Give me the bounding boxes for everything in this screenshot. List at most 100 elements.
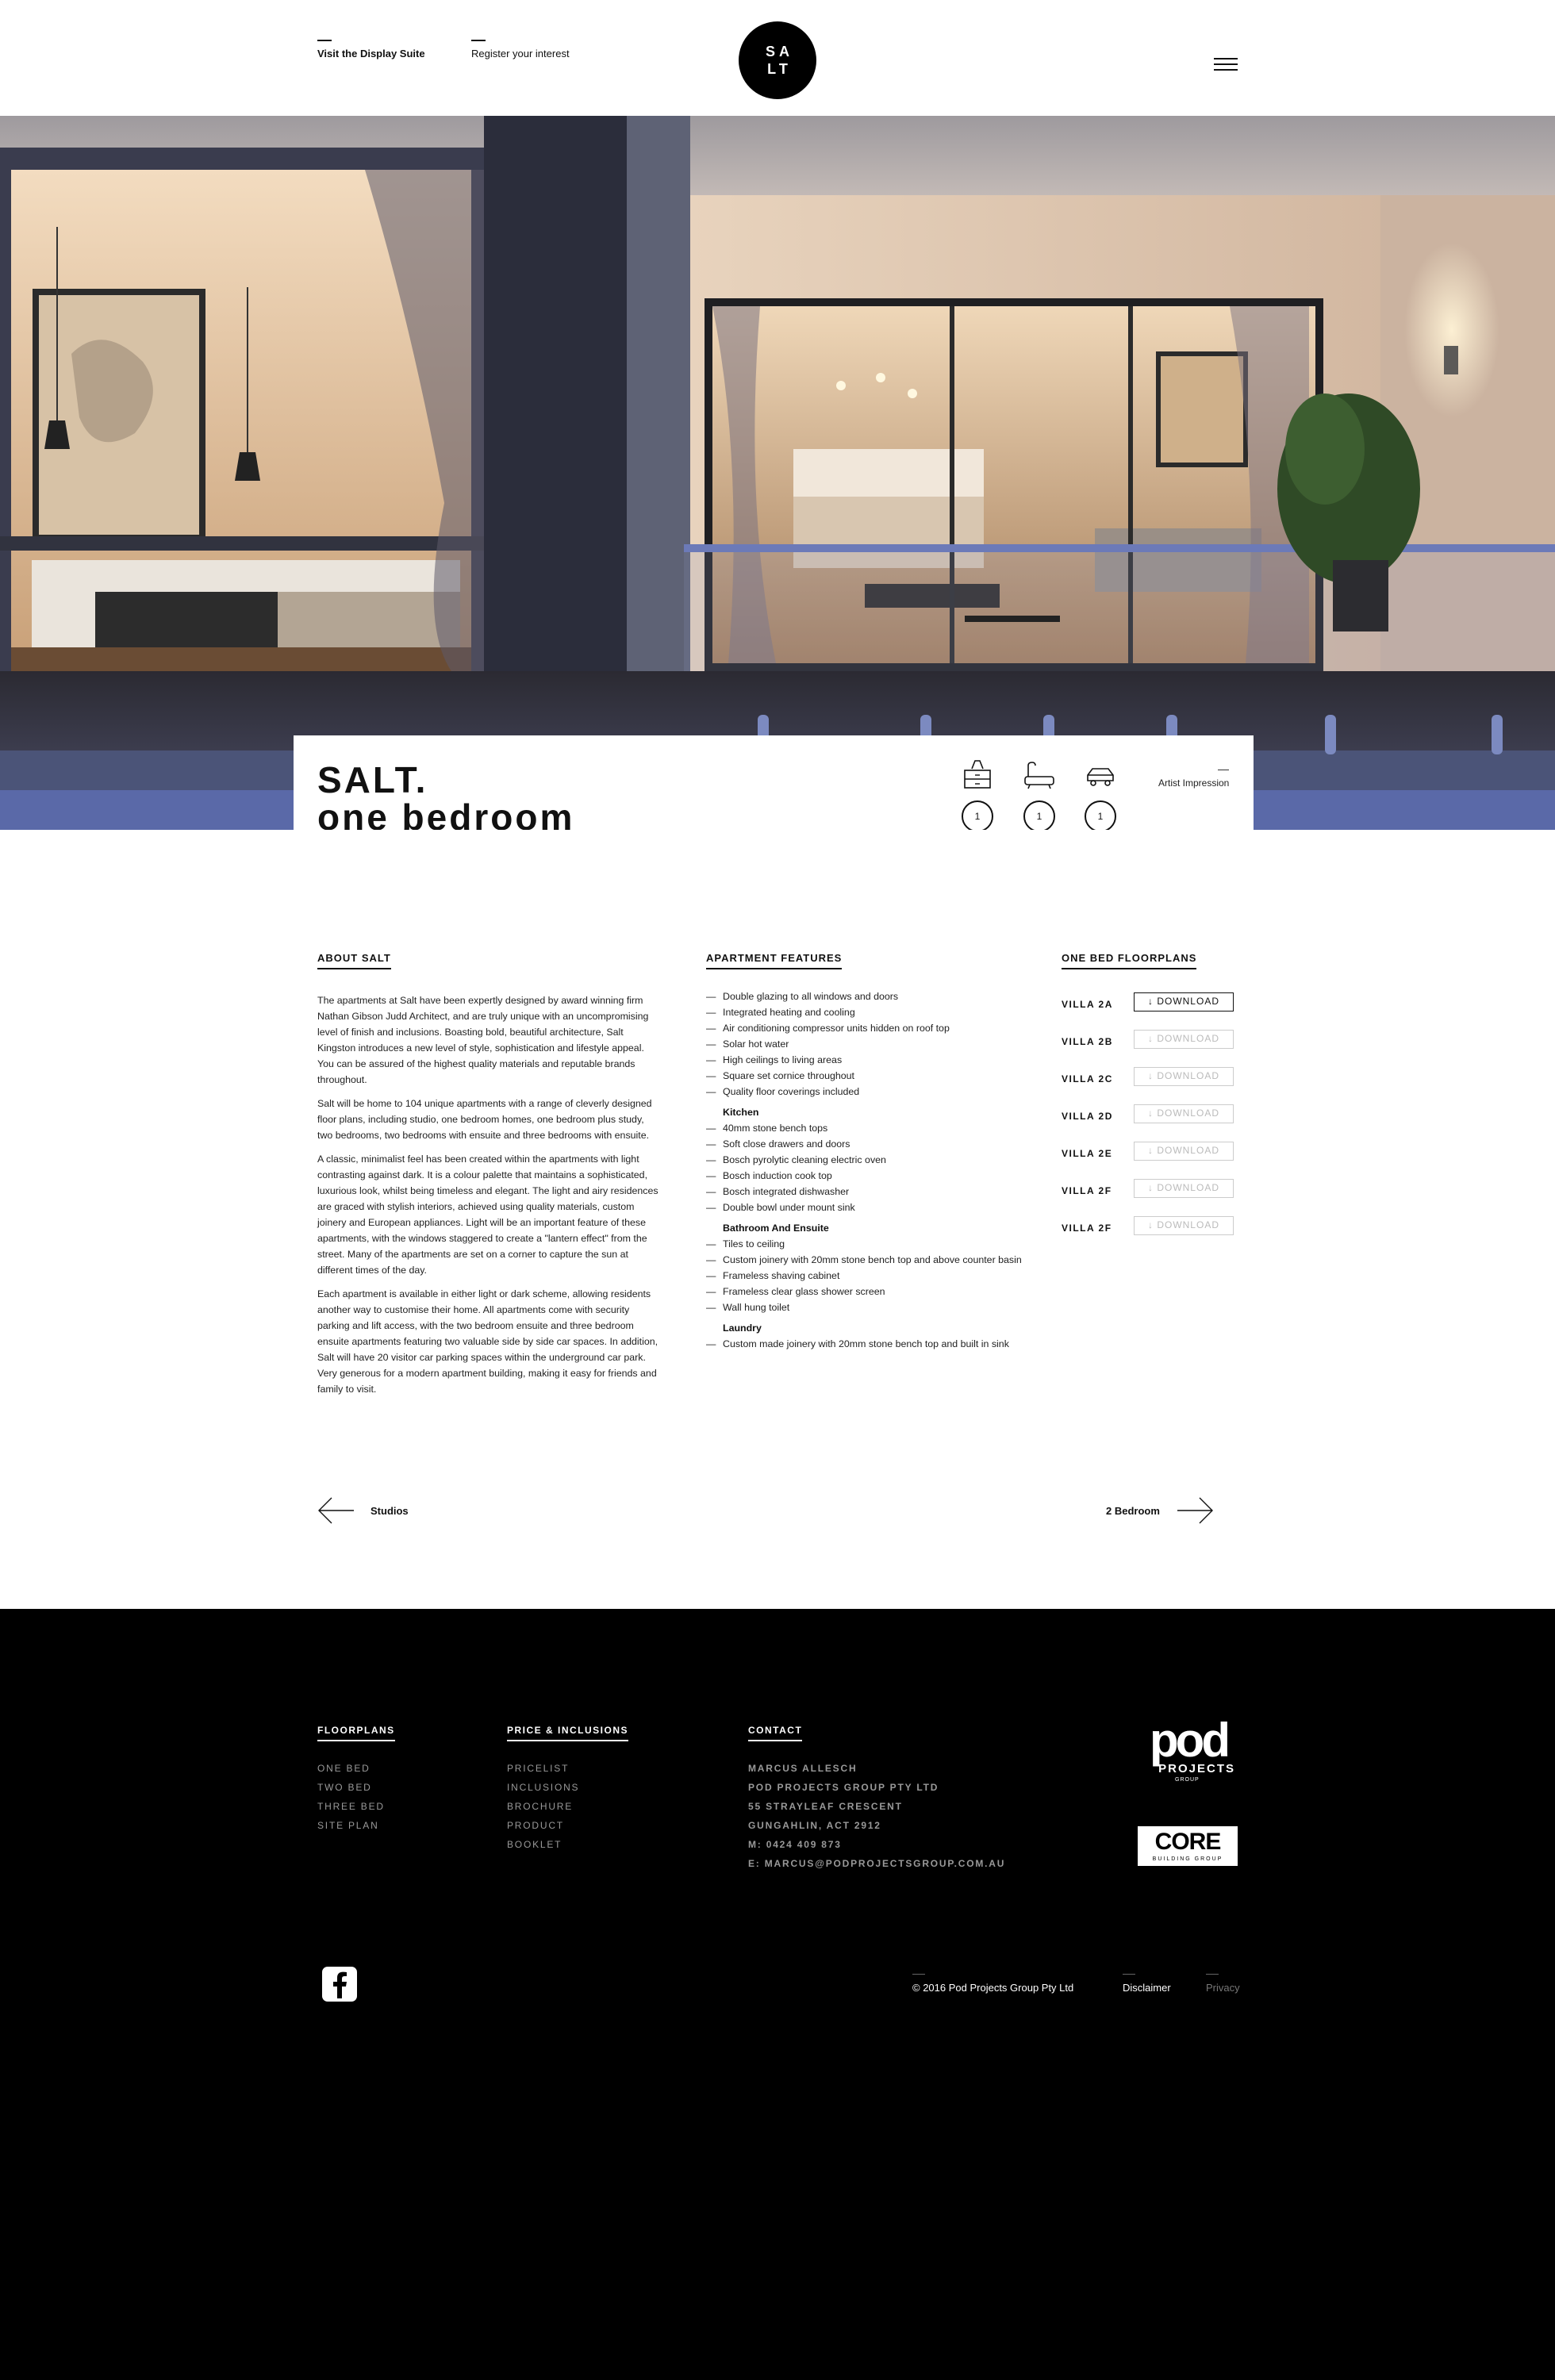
feature-item: Air conditioning compressor units hidden…: [706, 1020, 1055, 1036]
next-unit-link[interactable]: 2 Bedroom: [1103, 1496, 1222, 1525]
footer-contact-heading: CONTACT: [748, 1725, 803, 1741]
download-button[interactable]: ↓ DOWNLOAD: [1134, 1067, 1234, 1086]
footer-link[interactable]: BROCHURE: [507, 1797, 579, 1816]
bedroom-icon: [964, 760, 991, 789]
floorplan-row: VILLA 2E ↓ DOWNLOAD: [1062, 1142, 1252, 1179]
floorplan-name: VILLA 2B: [1062, 1036, 1113, 1047]
privacy-link[interactable]: Privacy: [1206, 1974, 1240, 1994]
feature-item: Bosch integrated dishwasher: [706, 1184, 1055, 1200]
feature-item: Custom made joinery with 20mm stone benc…: [706, 1336, 1055, 1352]
register-interest-link[interactable]: Register your interest: [471, 40, 570, 60]
footer-link[interactable]: ONE BED: [317, 1759, 385, 1778]
floorplan-row: VILLA 2F ↓ DOWNLOAD: [1062, 1179, 1252, 1216]
download-button[interactable]: ↓ DOWNLOAD: [1134, 992, 1234, 1012]
bath-count: 1: [1023, 800, 1055, 832]
visit-display-suite-link[interactable]: Visit the Display Suite: [317, 40, 425, 60]
feature-item: Double bowl under mount sink: [706, 1200, 1055, 1215]
previous-unit-label: Studios: [371, 1505, 409, 1517]
contact-suburb: GUNGAHLIN, ACT 2912: [748, 1820, 881, 1831]
bedroom-count: 1: [962, 800, 993, 832]
main-content: ABOUT SALT The apartments at Salt have b…: [0, 830, 1555, 1609]
bedroom-spec: 1: [960, 759, 995, 832]
feature-item: Square set cornice throughout: [706, 1068, 1055, 1084]
feature-item: Soft close drawers and doors: [706, 1136, 1055, 1152]
download-button[interactable]: ↓ DOWNLOAD: [1134, 1142, 1234, 1161]
about-paragraph: Salt will be home to 104 unique apartmen…: [317, 1098, 652, 1141]
about-paragraph: A classic, minimalist feel has been crea…: [317, 1154, 658, 1276]
contact-street: 55 STRAYLEAF CRESCENT: [748, 1801, 903, 1812]
salt-logo[interactable]: SA LT: [739, 21, 816, 99]
footer-link[interactable]: INCLUSIONS: [507, 1778, 579, 1797]
pod-logo-projects: PROJECTS: [1158, 1762, 1235, 1775]
contact-name: MARCUS ALLESCH: [748, 1763, 858, 1774]
bathroom-subheading: Bathroom And Ensuite: [723, 1223, 829, 1234]
footer-link[interactable]: TWO BED: [317, 1778, 385, 1797]
car-count: 1: [1085, 800, 1116, 832]
core-logo-subtitle: BUILDING GROUP: [1152, 1856, 1223, 1862]
contact-email[interactable]: E: MARCUS@PODPROJECTSGROUP.COM.AU: [748, 1854, 1005, 1873]
floorplan-row: VILLA 2B ↓ DOWNLOAD: [1062, 1030, 1252, 1067]
footer-floorplans-list: ONE BED TWO BED THREE BED SITE PLAN: [317, 1759, 385, 1835]
feature-item: Wall hung toilet: [706, 1299, 1055, 1315]
feature-item: Bosch pyrolytic cleaning electric oven: [706, 1152, 1055, 1168]
floorplans-list: VILLA 2A ↓ DOWNLOAD VILLA 2B ↓ DOWNLOAD …: [1062, 992, 1252, 1253]
kitchen-subheading: Kitchen: [723, 1107, 759, 1118]
laundry-subheading: Laundry: [723, 1322, 762, 1334]
car-icon: [1087, 768, 1114, 786]
feature-item: Bosch induction cook top: [706, 1168, 1055, 1184]
floorplan-row: VILLA 2A ↓ DOWNLOAD: [1062, 992, 1252, 1030]
floorplan-name: VILLA 2A: [1062, 999, 1113, 1010]
arrow-right-icon: [1177, 1497, 1213, 1524]
footer-link[interactable]: THREE BED: [317, 1797, 385, 1816]
facebook-icon[interactable]: [322, 1967, 357, 2002]
floorplan-name: VILLA 2C: [1062, 1073, 1113, 1084]
footer-floorplans-heading: FLOORPLANS: [317, 1725, 395, 1741]
download-button[interactable]: ↓ DOWNLOAD: [1134, 1030, 1234, 1049]
bath-icon: [1024, 762, 1054, 789]
floorplan-name: VILLA 2F: [1062, 1223, 1112, 1234]
download-button[interactable]: ↓ DOWNLOAD: [1134, 1179, 1234, 1198]
about-paragraph: The apartments at Salt have been expertl…: [317, 995, 649, 1085]
disclaimer-link[interactable]: Disclaimer: [1123, 1974, 1171, 1994]
floorplan-name: VILLA 2F: [1062, 1185, 1112, 1196]
floorplan-row: VILLA 2C ↓ DOWNLOAD: [1062, 1067, 1252, 1104]
features-heading: APARTMENT FEATURES: [706, 952, 843, 969]
about-text: The apartments at Salt have been expertl…: [317, 992, 658, 1405]
site-header: Visit the Display Suite Register your in…: [0, 0, 1555, 116]
car-spec: 1: [1083, 759, 1118, 832]
contact-mobile[interactable]: M: 0424 409 873: [748, 1835, 1005, 1854]
core-building-group-logo[interactable]: CORE BUILDING GROUP: [1138, 1826, 1238, 1866]
logo-line-2: LT: [767, 61, 792, 77]
feature-item: Custom joinery with 20mm stone bench top…: [706, 1252, 1055, 1268]
features-list: Double glazing to all windows and doors …: [706, 988, 1055, 1352]
about-paragraph: Each apartment is available in either li…: [317, 1288, 658, 1395]
footer-link[interactable]: PRICELIST: [507, 1759, 579, 1778]
floorplan-row: VILLA 2D ↓ DOWNLOAD: [1062, 1104, 1252, 1142]
logo-line-1: SA: [765, 44, 793, 60]
arrow-left-icon: [318, 1497, 354, 1524]
footer-link[interactable]: BOOKLET: [507, 1835, 579, 1854]
feature-item: Integrated heating and cooling: [706, 1004, 1055, 1020]
footer-link[interactable]: SITE PLAN: [317, 1816, 385, 1835]
project-title: SALT.: [317, 759, 428, 800]
copyright-text: © 2016 Pod Projects Group Pty Ltd: [912, 1974, 1074, 1994]
floorplans-heading: ONE BED FLOORPLANS: [1062, 952, 1197, 969]
artist-impression-caption: Artist Impression: [1158, 770, 1230, 789]
feature-item: Solar hot water: [706, 1036, 1055, 1052]
core-logo-word: CORE: [1154, 1829, 1222, 1855]
previous-unit-link[interactable]: Studios: [317, 1496, 436, 1525]
pod-logo-group: GROUP: [1175, 1777, 1200, 1783]
feature-item: High ceilings to living areas: [706, 1052, 1055, 1068]
bath-spec: 1: [1022, 759, 1057, 832]
contact-company: POD PROJECTS GROUP PTY LTD: [748, 1782, 939, 1793]
pod-logo-word: pod: [1150, 1717, 1227, 1767]
feature-item: Quality floor coverings included: [706, 1084, 1055, 1100]
footer-price-list: PRICELIST INCLUSIONS BROCHURE PRODUCT BO…: [507, 1759, 579, 1854]
download-button[interactable]: ↓ DOWNLOAD: [1134, 1216, 1234, 1235]
feature-item: 40mm stone bench tops: [706, 1120, 1055, 1136]
footer-link[interactable]: PRODUCT: [507, 1816, 579, 1835]
menu-icon[interactable]: [1214, 58, 1238, 72]
pod-projects-logo[interactable]: pod PROJECTS GROUP: [1137, 1717, 1240, 1788]
floorplan-name: VILLA 2D: [1062, 1111, 1113, 1122]
download-button[interactable]: ↓ DOWNLOAD: [1134, 1104, 1234, 1123]
